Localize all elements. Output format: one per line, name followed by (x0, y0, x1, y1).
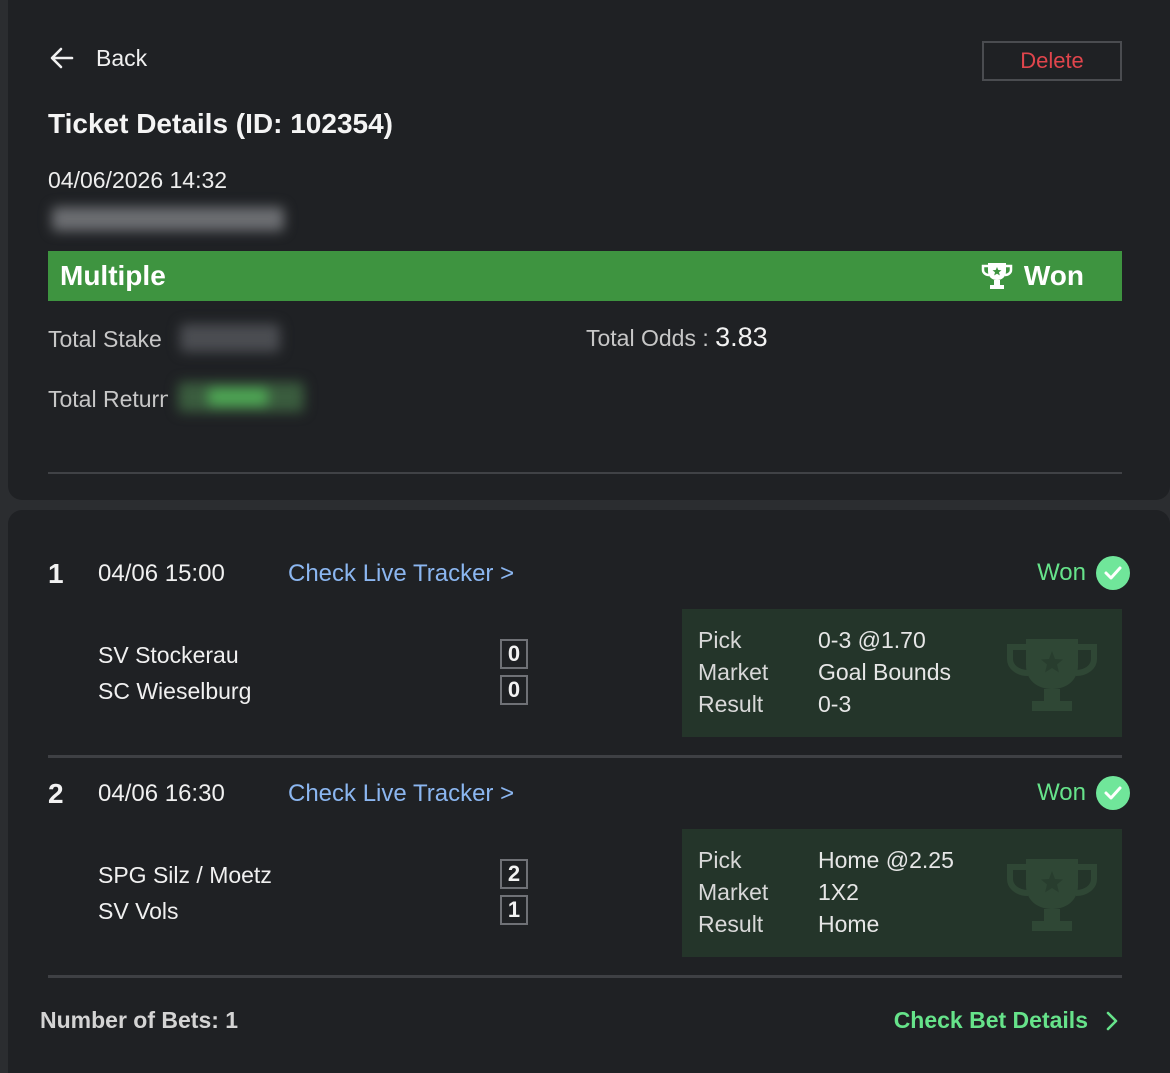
home-score: 2 (500, 859, 528, 889)
pick-value: Home @2.25 (818, 847, 954, 873)
market-label: Market (698, 659, 769, 685)
trophy-icon (981, 263, 1013, 289)
number-of-bets: Number of Bets: 1 (40, 1007, 239, 1033)
leg-number: 1 (48, 558, 64, 589)
leg-time: 04/06 16:30 (98, 780, 225, 807)
redacted-subtitle (52, 207, 284, 231)
trophy-watermark-icon (1007, 639, 1097, 711)
check-circle-icon (1096, 776, 1130, 810)
result-label: Result (698, 911, 764, 937)
check-bet-details-label: Check Bet Details (893, 1007, 1088, 1033)
leg-status: Won (1037, 776, 1130, 810)
back-label: Back (96, 44, 148, 71)
result-banner: Multiple Won (48, 251, 1122, 301)
pick-panel: Pick Home @2.25 Market 1X2 Result Home (682, 829, 1122, 957)
pick-panel: Pick 0-3 @1.70 Market Goal Bounds Result… (682, 609, 1122, 737)
result-value: Home (818, 911, 880, 937)
divider (48, 755, 1122, 758)
total-odds: Total Odds : 3.83 (586, 322, 768, 353)
banner-status-label: Won (1023, 260, 1084, 291)
live-tracker-link[interactable]: Check Live Tracker > (288, 780, 514, 808)
bet-type: Multiple (60, 260, 166, 291)
check-bet-details-link[interactable]: Check Bet Details (894, 1007, 1122, 1034)
away-team: SV Vols (98, 898, 179, 924)
away-score: 1 (500, 895, 528, 925)
away-team: SC Wieselburg (98, 678, 252, 704)
leg-status-label: Won (1037, 779, 1086, 806)
pick-value: 0-3 @1.70 (818, 627, 926, 653)
divider (48, 472, 1122, 474)
delete-button[interactable]: Delete (982, 41, 1122, 81)
back-button[interactable]: Back (48, 44, 147, 72)
leg-time: 04/06 15:00 (98, 560, 225, 587)
live-tracker-link[interactable]: Check Live Tracker > (288, 560, 514, 588)
redacted-return-value (178, 382, 304, 412)
market-value: Goal Bounds (818, 659, 951, 685)
result-value: 0-3 (818, 691, 852, 717)
ticket-datetime: 04/06/2026 14:32 (48, 167, 228, 193)
total-odds-value: 3.83 (715, 322, 768, 352)
home-team: SPG Silz / Moetz (98, 862, 272, 888)
total-stake-label: Total Stake (48, 326, 162, 352)
arrow-left-icon (50, 47, 74, 69)
leg-number: 2 (48, 778, 64, 809)
check-circle-icon (1096, 556, 1130, 590)
pick-label: Pick (698, 847, 742, 873)
chevron-right-icon (1106, 1011, 1118, 1030)
home-team: SV Stockerau (98, 642, 239, 668)
home-score: 0 (500, 639, 528, 669)
away-score: 0 (500, 675, 528, 705)
redacted-stake-value (180, 324, 280, 352)
leg-status-label: Won (1037, 559, 1086, 586)
ticket-summary-card: Back Delete Ticket Details (ID: 102354) … (8, 0, 1170, 500)
market-label: Market (698, 879, 769, 905)
legs-card: 1 04/06 15:00 Check Live Tracker > Won S… (8, 510, 1170, 1073)
divider (48, 975, 1122, 978)
banner-status: Won (980, 260, 1084, 292)
page-title: Ticket Details (ID: 102354) (48, 108, 393, 139)
total-odds-label: Total Odds : (586, 325, 709, 351)
pick-label: Pick (698, 627, 742, 653)
total-return-label: Total Return (48, 386, 168, 412)
result-label: Result (698, 691, 764, 717)
trophy-watermark-icon (1007, 859, 1097, 931)
leg-status: Won (1037, 556, 1130, 590)
market-value: 1X2 (818, 879, 859, 905)
